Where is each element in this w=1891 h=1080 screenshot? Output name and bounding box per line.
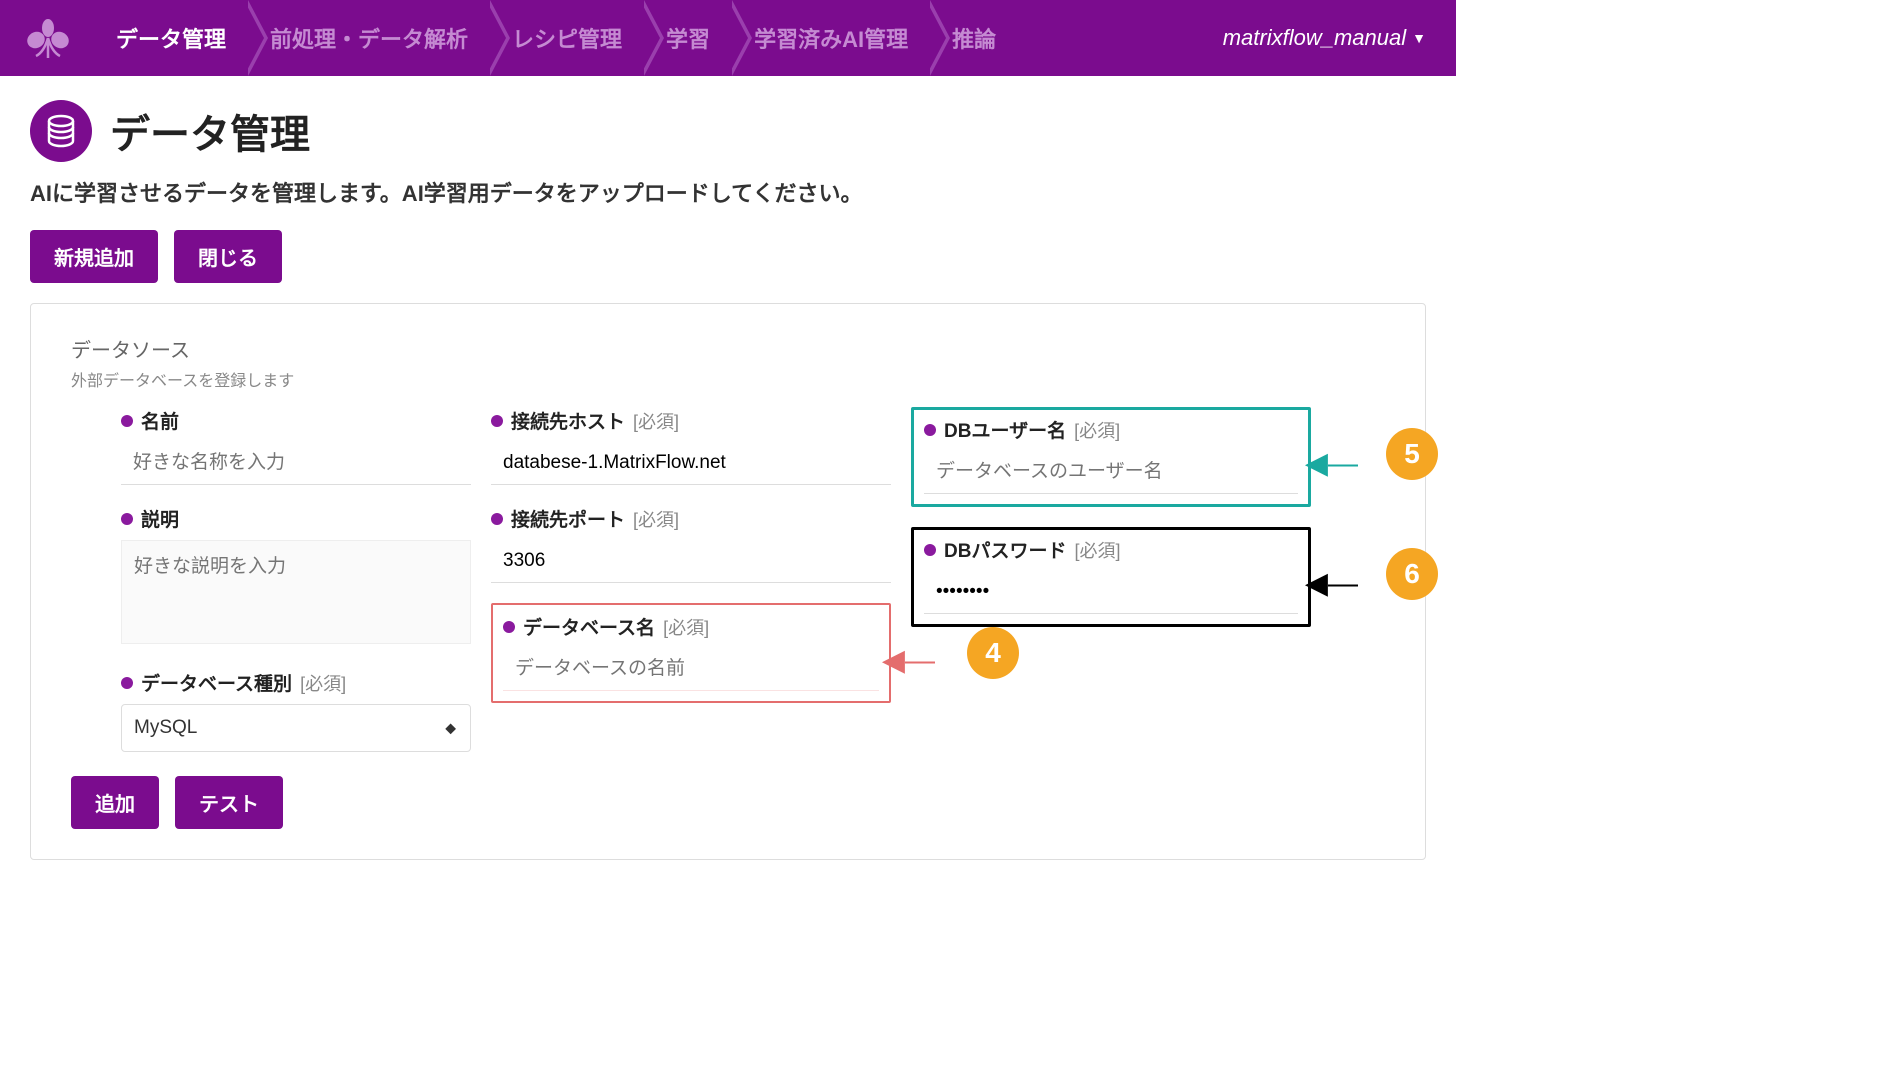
- page-header: データ管理: [30, 100, 1426, 162]
- bullet-icon: [924, 544, 936, 556]
- nav-item-recipe[interactable]: レシピ管理: [492, 0, 646, 76]
- annotation-badge-4: 4: [967, 627, 1019, 679]
- db-password-label: DBパスワード: [944, 536, 1066, 563]
- bullet-icon: [121, 677, 133, 689]
- host-label: 接続先ホスト: [511, 407, 625, 434]
- page-description: AIに学習させるデータを管理します。AI学習用データをアップロードしてください。: [30, 176, 1426, 208]
- name-input[interactable]: [121, 442, 471, 485]
- form-grid: 名前 説明 データベース種別: [71, 407, 1385, 752]
- arrow-left-icon: ◀—: [882, 643, 935, 678]
- annotation-badge-6: 6: [1386, 548, 1438, 600]
- datasource-panel: データソース 外部データベースを登録します 名前: [30, 303, 1426, 860]
- required-tag: [必須]: [633, 506, 679, 532]
- nav-items: データ管理 前処理・データ解析 レシピ管理 学習 学習済みAI管理 推論: [96, 0, 1020, 76]
- bullet-icon: [121, 415, 133, 427]
- nav-item-data[interactable]: データ管理: [96, 0, 250, 76]
- db-password-input[interactable]: [924, 571, 1298, 614]
- required-tag: [必須]: [1074, 417, 1120, 443]
- required-tag: [必須]: [300, 670, 346, 696]
- page-title: データ管理: [110, 102, 310, 160]
- field-db-type: データベース種別 [必須] MySQL ◆: [121, 669, 471, 752]
- form-col-1: 名前 説明 データベース種別: [71, 407, 471, 752]
- field-db-user: DBユーザー名 [必須] ◀— 5: [911, 407, 1311, 507]
- port-label: 接続先ポート: [511, 505, 625, 532]
- db-type-label: データベース種別: [141, 669, 292, 696]
- field-description: 説明: [121, 505, 471, 649]
- user-menu[interactable]: matrixflow_manual ▼: [1223, 25, 1426, 51]
- bullet-icon: [924, 424, 936, 436]
- db-user-label: DBユーザー名: [944, 416, 1066, 443]
- nav-item-preprocess[interactable]: 前処理・データ解析: [250, 0, 492, 76]
- field-name: 名前: [121, 407, 471, 485]
- description-textarea[interactable]: [121, 540, 471, 644]
- bullet-icon: [121, 513, 133, 525]
- field-db-name: データベース名 [必須] ◀— 4: [491, 603, 891, 703]
- description-label: 説明: [141, 505, 179, 532]
- form-col-2: 接続先ホスト [必須] 接続先ポート [必須]: [491, 407, 891, 703]
- name-label: 名前: [141, 407, 179, 434]
- arrow-left-icon: ◀—: [1305, 566, 1358, 601]
- section-subtitle: 外部データベースを登録します: [71, 367, 1385, 391]
- db-name-input[interactable]: [503, 648, 879, 691]
- top-nav: データ管理 前処理・データ解析 レシピ管理 学習 学習済みAI管理 推論 mat…: [0, 0, 1456, 76]
- required-tag: [必須]: [633, 408, 679, 434]
- user-name: matrixflow_manual: [1223, 25, 1406, 51]
- flower-icon: [24, 18, 72, 58]
- host-input[interactable]: [491, 442, 891, 485]
- database-icon: [30, 100, 92, 162]
- field-port: 接続先ポート [必須]: [491, 505, 891, 583]
- app-logo: [0, 18, 96, 58]
- db-type-select-wrap[interactable]: MySQL ◆: [121, 704, 471, 752]
- arrow-left-icon: ◀—: [1305, 446, 1358, 481]
- close-button[interactable]: 閉じる: [174, 230, 282, 283]
- db-user-input[interactable]: [924, 451, 1298, 494]
- field-host: 接続先ホスト [必須]: [491, 407, 891, 485]
- required-tag: [必須]: [663, 614, 709, 640]
- port-input[interactable]: [491, 540, 891, 583]
- db-type-select[interactable]: MySQL: [122, 705, 470, 751]
- form-col-3: DBユーザー名 [必須] ◀— 5 DBパスワード [必須]: [911, 407, 1311, 627]
- add-button[interactable]: 追加: [71, 776, 159, 829]
- page-buttons: 新規追加 閉じる: [30, 230, 1426, 283]
- test-button[interactable]: テスト: [175, 776, 283, 829]
- main-content: データ管理 AIに学習させるデータを管理します。AI学習用データをアップロードし…: [0, 76, 1456, 880]
- field-db-password: DBパスワード [必須] ◀— 6: [911, 527, 1311, 627]
- add-new-button[interactable]: 新規追加: [30, 230, 158, 283]
- annotation-badge-5: 5: [1386, 428, 1438, 480]
- panel-actions: 追加 テスト: [71, 776, 1385, 829]
- nav-item-trained-ai[interactable]: 学習済みAI管理: [734, 0, 932, 76]
- bullet-icon: [491, 415, 503, 427]
- bullet-icon: [503, 621, 515, 633]
- required-tag: [必須]: [1074, 537, 1120, 563]
- db-name-label: データベース名: [523, 613, 655, 640]
- chevron-down-icon: ▼: [1412, 30, 1426, 46]
- section-title: データソース: [71, 334, 1385, 363]
- bullet-icon: [491, 513, 503, 525]
